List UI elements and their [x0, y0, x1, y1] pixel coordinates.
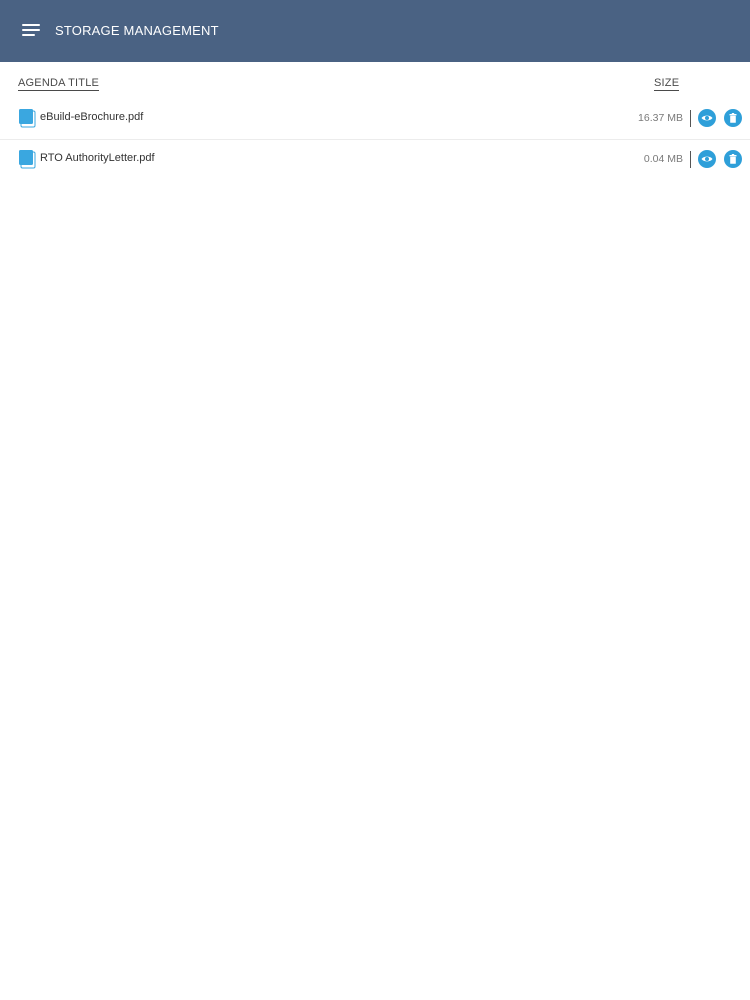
list-header: AGENDA TITLE SIZE	[0, 62, 750, 100]
column-header-size[interactable]: SIZE	[654, 77, 680, 91]
file-name[interactable]: eBuild-eBrochure.pdf	[40, 111, 143, 123]
divider	[690, 151, 691, 168]
hamburger-menu-icon[interactable]	[22, 24, 42, 38]
document-icon	[19, 109, 36, 128]
file-size: 0.04 MB	[643, 153, 683, 165]
page-title: STORAGE MANAGEMENT	[55, 23, 219, 38]
file-row[interactable]: eBuild-eBrochure.pdf 16.37 MB	[0, 98, 750, 138]
document-icon	[19, 150, 36, 169]
trash-icon[interactable]	[724, 150, 742, 168]
top-app-bar: STORAGE MANAGEMENT	[0, 0, 750, 62]
file-size: 16.37 MB	[638, 112, 683, 124]
divider	[690, 110, 691, 127]
file-row[interactable]: RTO AuthorityLetter.pdf 0.04 MB	[0, 139, 750, 179]
trash-icon[interactable]	[724, 109, 742, 127]
app-root: STORAGE MANAGEMENT AGENDA TITLE SIZE eBu…	[0, 0, 750, 1000]
column-header-agenda-title[interactable]: AGENDA TITLE	[18, 77, 100, 91]
eye-icon[interactable]	[698, 150, 716, 168]
eye-icon[interactable]	[698, 109, 716, 127]
file-name[interactable]: RTO AuthorityLetter.pdf	[40, 152, 155, 164]
